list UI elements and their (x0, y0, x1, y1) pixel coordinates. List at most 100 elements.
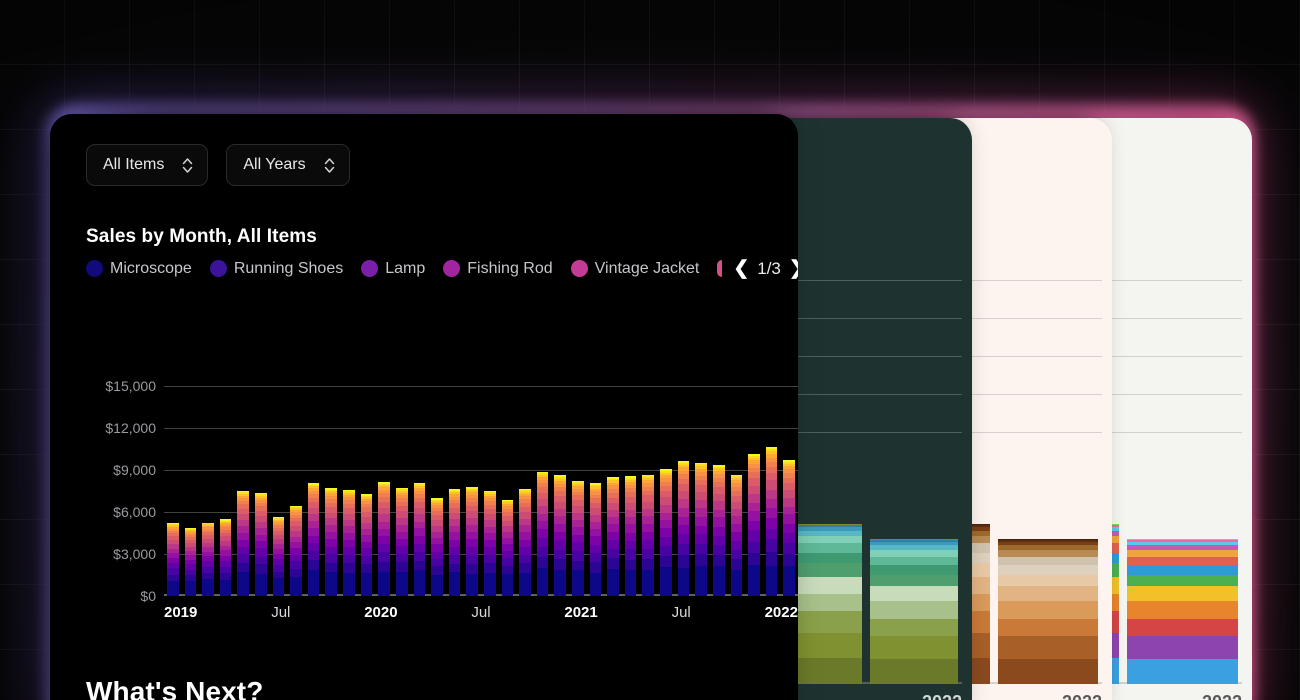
bar[interactable] (783, 460, 795, 596)
bar[interactable] (642, 474, 655, 596)
bar[interactable] (607, 477, 619, 596)
bar-group (164, 386, 798, 596)
bar-segment (677, 567, 690, 596)
bar[interactable] (290, 505, 302, 596)
bar[interactable] (395, 487, 408, 596)
bar-segment (272, 565, 285, 572)
legend-item-label: Lamp (385, 259, 426, 277)
bar-segment (448, 519, 461, 526)
bar-segment (695, 533, 707, 544)
bar[interactable] (237, 490, 250, 596)
bar-segment (343, 539, 355, 548)
bar[interactable] (589, 483, 602, 596)
bar[interactable] (519, 488, 531, 596)
bar[interactable] (554, 475, 567, 596)
legend-item-2[interactable]: Lamp (361, 260, 425, 278)
bar[interactable] (343, 489, 355, 596)
legend-clipped-dot (717, 260, 723, 277)
preview-bar-segment (1126, 549, 1238, 557)
bar-segment (378, 521, 390, 529)
bar[interactable] (184, 528, 197, 596)
bar-segment (360, 548, 373, 556)
preview-bar-segment (998, 556, 1099, 565)
bar-segment (483, 573, 496, 596)
bar-segment (695, 543, 707, 555)
bar-segment (712, 544, 725, 556)
legend-pagination[interactable]: ❮ 1/3 ❯ (733, 257, 798, 280)
bar[interactable] (624, 476, 637, 596)
bar[interactable] (431, 498, 443, 596)
bar[interactable] (765, 447, 778, 596)
legend-item-label: Microscope (110, 259, 192, 277)
bar[interactable] (466, 487, 478, 596)
bar-segment (624, 549, 637, 560)
bar-segment (466, 511, 478, 519)
bar-segment (642, 570, 655, 596)
bar[interactable] (501, 499, 514, 596)
bar-segment (748, 502, 760, 512)
bar[interactable] (660, 469, 672, 596)
bar-segment (378, 543, 390, 553)
bar[interactable] (712, 464, 725, 596)
preview-bar-segment (1126, 636, 1238, 660)
y-tick-label: $0 (140, 588, 156, 604)
legend-prev-button[interactable]: ❮ (733, 257, 749, 280)
legend-item-3[interactable]: Fishing Rod (443, 260, 553, 278)
bar-segment (748, 541, 760, 554)
preview-bar[interactable] (998, 539, 1099, 684)
x-tick-label: Jul (671, 603, 691, 621)
bar[interactable] (360, 494, 373, 596)
preview-bar-segment (1126, 600, 1238, 619)
bar-segment (483, 533, 496, 541)
legend-color-dot (570, 260, 588, 277)
preview-bar[interactable] (1126, 539, 1238, 684)
bar-segment (237, 539, 250, 548)
bar-segment (554, 569, 567, 596)
bar[interactable] (572, 480, 584, 596)
bar-segment (237, 554, 250, 563)
bar-segment (483, 540, 496, 548)
bar-segment (554, 540, 567, 550)
bar-segment (413, 560, 426, 571)
bar-segment (237, 547, 250, 555)
bar[interactable] (748, 453, 760, 596)
bar[interactable] (378, 482, 390, 596)
preview-bar-segment (870, 600, 959, 619)
legend-item-0[interactable]: Microscope (86, 260, 192, 278)
x-tick-label: Jul (271, 603, 291, 621)
bar-segment (325, 531, 338, 539)
bar[interactable] (255, 493, 267, 596)
bar-segment (255, 548, 267, 557)
bar[interactable] (730, 474, 743, 596)
legend-item-4[interactable]: Vintage Jacket (570, 260, 699, 278)
bar[interactable] (413, 482, 426, 596)
bar-segment (395, 538, 408, 546)
legend-item-1[interactable]: Running Shoes (209, 260, 343, 278)
preview-bar-segment (870, 636, 959, 660)
bar-segment (466, 554, 478, 565)
bar[interactable] (167, 523, 179, 596)
bar-segment (307, 535, 320, 543)
years-filter-select[interactable]: All Years (226, 144, 350, 186)
legend-next-button[interactable]: ❯ (789, 257, 798, 280)
bar-segment (730, 569, 743, 596)
bar-segment (730, 531, 743, 541)
bar[interactable] (202, 522, 214, 596)
bar[interactable] (272, 517, 285, 596)
bar[interactable] (448, 489, 461, 596)
bar[interactable] (219, 519, 232, 596)
bar-segment (536, 538, 549, 547)
bar[interactable] (695, 462, 707, 596)
bar[interactable] (307, 483, 320, 596)
items-filter-select[interactable]: All Items (86, 144, 209, 186)
preview-bar[interactable] (870, 539, 959, 684)
bar[interactable] (325, 488, 338, 596)
bar[interactable] (536, 471, 549, 596)
bar-segment (360, 541, 373, 549)
x-tick-label: 2019 (164, 603, 198, 621)
bar-segment (607, 539, 619, 550)
bar-segment (255, 564, 267, 574)
bar[interactable] (483, 491, 496, 596)
bar-segment (572, 542, 584, 551)
bar[interactable] (677, 460, 690, 596)
